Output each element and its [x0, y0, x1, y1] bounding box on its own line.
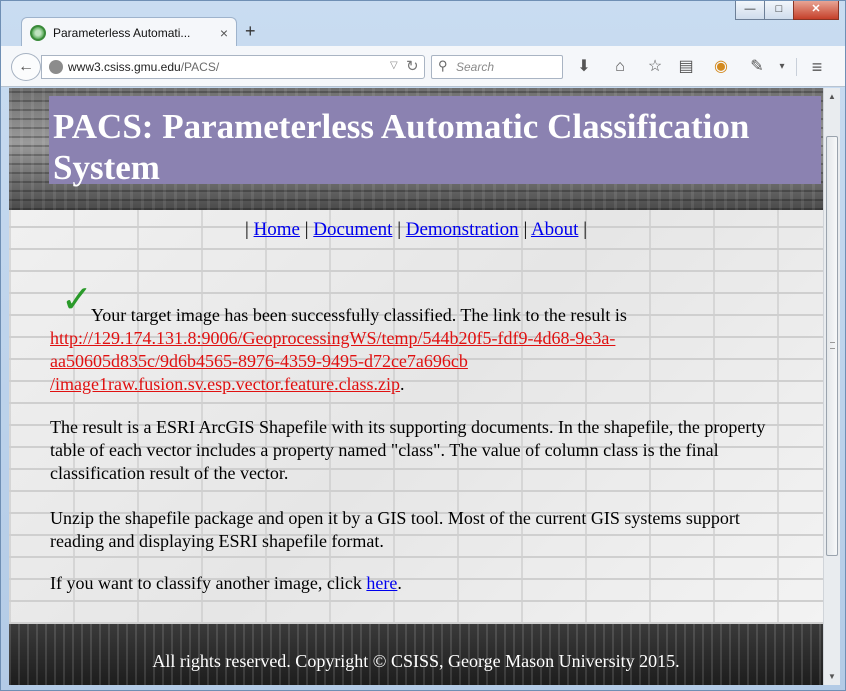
- success-message: Your target image has been successfully …: [50, 304, 785, 396]
- result-link-line-3[interactable]: /image1raw.fusion.sv.esp.vector.feature.…: [50, 374, 400, 394]
- copyright-footer: All rights reserved. Copyright © CSISS, …: [152, 651, 680, 671]
- pocket-icon[interactable]: ◉: [710, 56, 732, 78]
- minimize-button[interactable]: —: [735, 1, 765, 20]
- nav-document-link[interactable]: Document: [313, 219, 392, 240]
- arrow-left-icon: ←: [18, 58, 34, 75]
- nav-demonstration-link[interactable]: Demonstration: [406, 219, 519, 240]
- download-icon[interactable]: ⬇: [573, 56, 595, 78]
- page-title: PACS: Parameterless Automatic Classifica…: [53, 107, 750, 187]
- search-bar[interactable]: ⚲ Search: [431, 55, 563, 79]
- site-nav: | Home | Document | Demonstration | Abou…: [9, 219, 823, 241]
- classify-again-suffix: .: [397, 573, 402, 593]
- vertical-scrollbar[interactable]: ▲ ▼: [823, 88, 840, 685]
- result-link-line-2[interactable]: aa50605d835c/9d6b4565-8976-4359-9495-d72…: [50, 351, 468, 371]
- result-description: The result is a ESRI ArcGIS Shapefile wi…: [50, 417, 766, 483]
- browser-window: — □ ✕ Parameterless Automati... × + ← ww…: [0, 0, 846, 691]
- navigation-toolbar: ← www3.csiss.gmu.edu/PACS/ ▽ ↻ ⚲ Search …: [1, 46, 845, 87]
- page-viewport[interactable]: PACS: Parameterless Automatic Classifica…: [9, 88, 823, 685]
- globe-favicon-icon: [30, 24, 46, 41]
- scroll-down-arrow-icon[interactable]: ▼: [824, 668, 840, 685]
- here-link[interactable]: here: [366, 573, 397, 593]
- nav-separator: |: [523, 219, 528, 240]
- result-link-line-1[interactable]: http://129.174.131.8:9006/GeoprocessingW…: [50, 328, 615, 348]
- url-path: /PACS/: [180, 60, 220, 74]
- grip-icon: [830, 342, 835, 349]
- close-tab-icon[interactable]: ×: [220, 25, 228, 41]
- nav-separator: |: [397, 219, 401, 240]
- classify-again-prefix: If you want to classify another image, c…: [50, 573, 367, 593]
- nav-separator: |: [304, 219, 309, 240]
- search-icon: ⚲: [438, 58, 448, 73]
- scrollbar-thumb[interactable]: [826, 136, 838, 556]
- unzip-instructions: Unzip the shapefile package and open it …: [50, 508, 740, 551]
- link-period: .: [400, 374, 405, 394]
- url-text: www3.csiss.gmu.edu/PACS/: [68, 60, 219, 74]
- scroll-up-arrow-icon[interactable]: ▲: [824, 88, 840, 105]
- window-controls: — □ ✕: [735, 1, 839, 20]
- new-tab-button[interactable]: +: [245, 21, 256, 42]
- browser-tab[interactable]: Parameterless Automati... ×: [21, 17, 237, 47]
- extension-icon[interactable]: ✎: [746, 56, 768, 78]
- reload-icon[interactable]: ↻: [406, 57, 419, 75]
- search-placeholder: Search: [456, 60, 495, 74]
- site-info-icon[interactable]: [49, 60, 63, 74]
- tab-title: Parameterless Automati...: [53, 25, 191, 40]
- success-lead: Your target image has been successfully …: [91, 305, 627, 325]
- classify-again-text: If you want to classify another image, c…: [50, 572, 785, 595]
- url-bar[interactable]: www3.csiss.gmu.edu/PACS/ ▽ ↻: [41, 55, 425, 79]
- nav-separator: |: [583, 219, 588, 240]
- home-icon[interactable]: ⌂: [609, 56, 631, 78]
- title-banner: PACS: Parameterless Automatic Classifica…: [49, 96, 821, 187]
- url-host: www3.csiss.gmu.edu: [68, 60, 181, 74]
- maximize-button[interactable]: □: [764, 1, 794, 20]
- url-dropdown-icon[interactable]: ▽: [390, 60, 398, 71]
- toolbar-separator: [796, 58, 797, 76]
- extension-dropdown-icon[interactable]: ▾: [771, 56, 793, 78]
- title-bar: — □ ✕ Parameterless Automati... × +: [1, 1, 846, 47]
- nav-about-link[interactable]: About: [531, 219, 579, 240]
- back-button[interactable]: ←: [11, 53, 41, 81]
- bookmark-star-icon[interactable]: ☆: [644, 56, 666, 78]
- nav-home-link[interactable]: Home: [254, 219, 300, 240]
- close-window-button[interactable]: ✕: [793, 1, 839, 20]
- nav-separator: |: [244, 219, 249, 240]
- reading-list-icon[interactable]: ▤: [675, 56, 697, 78]
- menu-icon[interactable]: ≡: [806, 56, 828, 78]
